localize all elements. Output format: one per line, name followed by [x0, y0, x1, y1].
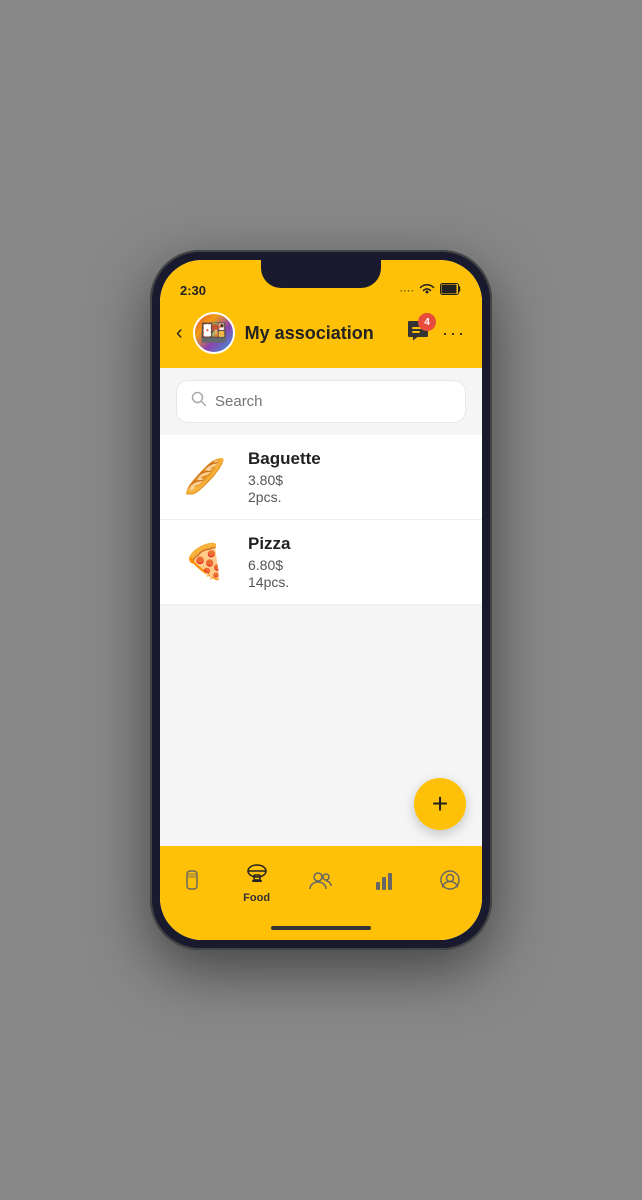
avatar-icon: 🍱 [200, 320, 227, 346]
notification-badge: 4 [418, 313, 436, 331]
account-icon [439, 869, 461, 897]
nav-item-drinks[interactable] [160, 869, 224, 897]
list-item[interactable]: 🥖 Baguette 3.80$ 2pcs. [160, 435, 482, 520]
food-label: Food [243, 892, 270, 904]
nav-item-people[interactable] [289, 870, 353, 896]
item-price-pizza: 6.80$ [248, 557, 466, 573]
header: ‹ 🍱 My association 4 ··· [160, 304, 482, 368]
phone-screen: 2:30 ···· [160, 260, 482, 940]
page-title: My association [245, 323, 396, 344]
item-quantity-pizza: 14pcs. [248, 574, 466, 590]
bottom-navigation: Food [160, 846, 482, 916]
item-image-baguette: 🥖 [176, 453, 234, 501]
item-info-baguette: Baguette 3.80$ 2pcs. [248, 449, 466, 505]
chat-button[interactable]: 4 [406, 319, 430, 347]
wifi-icon [419, 283, 435, 298]
nav-item-food[interactable]: Food [224, 863, 288, 904]
drinks-icon [182, 869, 202, 897]
food-icon [246, 863, 268, 889]
avatar: 🍱 [193, 312, 235, 354]
home-indicator [160, 916, 482, 940]
search-input[interactable] [215, 393, 451, 410]
status-time: 2:30 [180, 283, 206, 298]
back-button[interactable]: ‹ [176, 322, 183, 345]
home-bar [271, 926, 371, 930]
search-icon [191, 391, 207, 412]
battery-icon [440, 283, 462, 298]
search-container [160, 368, 482, 435]
item-list: 🥖 Baguette 3.80$ 2pcs. 🍕 Pizza 6.80$ 14p… [160, 435, 482, 605]
header-actions: 4 ··· [406, 319, 466, 347]
list-item[interactable]: 🍕 Pizza 6.80$ 14pcs. [160, 520, 482, 605]
item-name-pizza: Pizza [248, 534, 466, 554]
people-icon [309, 870, 333, 896]
search-box [176, 380, 466, 423]
more-button[interactable]: ··· [442, 323, 466, 344]
nav-item-stats[interactable] [353, 870, 417, 896]
status-icons: ···· [399, 283, 462, 298]
item-image-pizza: 🍕 [176, 538, 234, 586]
content-area: 🥖 Baguette 3.80$ 2pcs. 🍕 Pizza 6.80$ 14p… [160, 435, 482, 846]
item-quantity-baguette: 2pcs. [248, 489, 466, 505]
phone-notch [261, 260, 381, 288]
phone-device: 2:30 ···· [150, 250, 492, 950]
stats-icon [375, 870, 395, 896]
item-price-baguette: 3.80$ [248, 472, 466, 488]
item-name-baguette: Baguette [248, 449, 466, 469]
signal-icon: ···· [399, 285, 414, 297]
item-info-pizza: Pizza 6.80$ 14pcs. [248, 534, 466, 590]
add-button[interactable]: + [414, 778, 466, 830]
nav-item-account[interactable] [418, 869, 482, 897]
